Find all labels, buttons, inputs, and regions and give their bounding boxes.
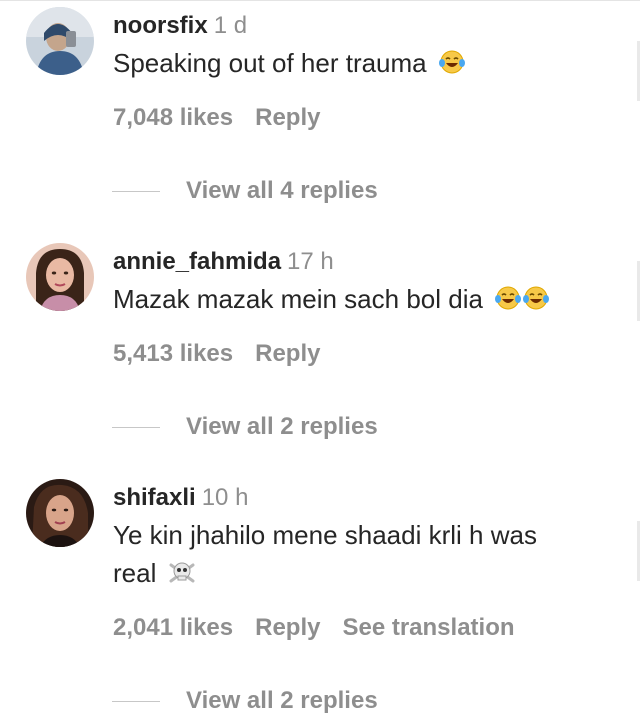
comment-text: Ye kin jhahilo mene shaadi krli h was <box>113 520 537 550</box>
comment-text-row: Ye kin jhahilo mene shaadi krli h was re… <box>113 517 620 594</box>
face-with-tears-of-joy-icon <box>438 48 466 84</box>
comment-text: Speaking out of her trauma <box>113 48 427 78</box>
avatar-image <box>26 7 94 75</box>
skull-and-crossbones-icon <box>168 558 196 594</box>
comment-timestamp: 17 h <box>287 248 334 275</box>
see-translation-button[interactable]: See translation <box>342 614 514 641</box>
view-replies-button[interactable]: View all 2 replies <box>186 687 378 715</box>
comment-timestamp: 10 h <box>201 484 249 511</box>
reply-button[interactable]: Reply <box>255 340 320 367</box>
comment-actions: 5,413 likes Reply <box>113 340 620 368</box>
view-replies-row[interactable]: View all 4 replies <box>112 176 378 206</box>
reply-button[interactable]: Reply <box>255 614 320 641</box>
comment-actions: 7,048 likes Reply <box>113 104 620 132</box>
avatar[interactable] <box>26 243 94 311</box>
replies-divider <box>112 426 160 428</box>
likes-count[interactable]: 7,048 likes <box>113 104 233 131</box>
likes-count[interactable]: 5,413 likes <box>113 340 233 367</box>
face-with-tears-of-joy-icon <box>494 284 522 320</box>
reply-button[interactable]: Reply <box>255 104 320 131</box>
comment-text-row: Speaking out of her trauma <box>113 45 620 84</box>
comment-text: real <box>113 558 157 588</box>
comment-text-row: Mazak mazak mein sach bol dia <box>113 281 620 320</box>
avatar[interactable] <box>26 7 94 75</box>
comment-username[interactable]: noorsfix <box>113 12 208 39</box>
face-with-tears-of-joy-icon <box>522 284 550 320</box>
comment-actions: 2,041 likes Reply See translation <box>113 614 620 642</box>
comment-username[interactable]: annie_fahmida <box>113 248 281 275</box>
comment-timestamp: 1 d <box>213 12 248 39</box>
avatar-image <box>26 243 94 311</box>
avatar[interactable] <box>26 479 94 547</box>
likes-count[interactable]: 2,041 likes <box>113 614 233 641</box>
view-replies-row[interactable]: View all 2 replies <box>112 412 378 442</box>
replies-divider <box>112 700 160 702</box>
view-replies-button[interactable]: View all 4 replies <box>186 177 378 205</box>
view-replies-row[interactable]: View all 2 replies <box>112 686 378 716</box>
replies-divider <box>112 190 160 192</box>
comment-text: Mazak mazak mein sach bol dia <box>113 284 483 314</box>
avatar-image <box>26 479 94 547</box>
comment-username[interactable]: shifaxli <box>113 484 196 511</box>
view-replies-button[interactable]: View all 2 replies <box>186 413 378 441</box>
comments-panel: noorsfix1 d Speaking out of her trauma <box>0 0 640 716</box>
